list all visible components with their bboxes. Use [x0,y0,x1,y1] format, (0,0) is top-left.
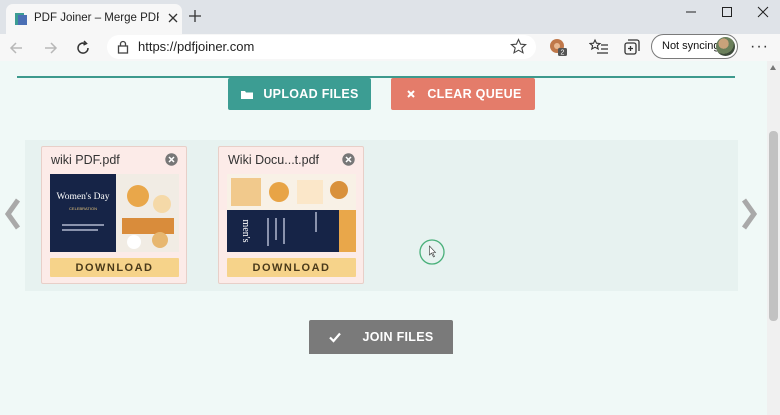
avatar [716,37,735,56]
maximize-icon[interactable] [716,3,738,21]
extension-badge-count: 2 [561,50,565,57]
checkmark-icon [329,332,342,343]
download-button[interactable]: DOWNLOAD [227,258,356,277]
remove-file-icon[interactable] [165,153,178,166]
page-scrollbar[interactable] [767,61,780,415]
refresh-icon[interactable] [73,38,93,58]
lock-icon[interactable] [117,40,129,54]
close-window-icon[interactable] [752,3,774,21]
back-icon[interactable] [7,38,27,58]
scrollbar-thumb[interactable] [769,131,778,321]
more-menu-icon[interactable]: ··· [750,39,769,55]
profile-extension-icon: 2 [550,39,567,57]
thumbnail-preview: Women's Day CELEBRATION [50,174,179,252]
url-text: https://pdfjoiner.com [138,39,255,54]
thumbnail-preview: men's [227,174,356,252]
chevron-right-icon[interactable] [738,196,760,232]
join-files-label: JOIN FILES [362,330,434,344]
favorites-list-icon[interactable] [589,37,609,57]
favorite-star-icon[interactable] [510,38,527,55]
file-thumbnail: Women's Day CELEBRATION [50,174,179,252]
upload-files-label: UPLOAD FILES [263,87,359,101]
collections-icon[interactable] [622,37,642,57]
extension-icon[interactable]: 2 [548,37,568,57]
download-button[interactable]: DOWNLOAD [50,258,179,277]
join-files-button[interactable]: JOIN FILES [309,320,453,354]
clear-queue-label: CLEAR QUEUE [427,87,522,101]
clear-queue-button[interactable]: CLEAR QUEUE [391,78,535,110]
tab-strip: PDF Joiner – Merge PDF Files Or [0,0,780,34]
file-thumbnail: men's [227,174,356,252]
navigation-bar: https://pdfjoiner.com 2 Not syncing ··· [0,34,780,61]
file-name: wiki PDF.pdf [51,153,120,167]
close-tab-icon[interactable] [166,11,180,25]
sync-label: Not syncing [662,40,720,52]
file-name: Wiki Docu...t.pdf [228,153,319,167]
scroll-up-icon[interactable] [770,65,776,70]
thumbnail-subheading: CELEBRATION [69,206,97,211]
thumbnail-heading: men's [240,220,251,243]
header-divider [17,76,735,78]
minimize-icon[interactable] [680,3,702,21]
clear-icon [407,90,416,98]
browser-tab[interactable]: PDF Joiner – Merge PDF Files Or [6,4,182,34]
upload-icon [241,91,254,99]
tab-title: PDF Joiner – Merge PDF Files Or [34,12,159,24]
file-queue: wiki PDF.pdf Women's Day CELEBRATION DOW… [25,140,738,291]
address-bar[interactable]: https://pdfjoiner.com [107,35,536,59]
file-card: Wiki Docu...t.pdf men's DOWNLOAD [218,146,364,284]
thumbnail-heading: Women's Day [57,192,110,202]
forward-icon[interactable] [40,38,60,58]
remove-file-icon[interactable] [342,153,355,166]
loading-spinner-icon [419,239,445,265]
upload-files-button[interactable]: UPLOAD FILES [228,78,371,110]
new-tab-icon[interactable] [188,9,202,23]
sync-status-button[interactable]: Not syncing [651,34,738,59]
chevron-left-icon[interactable] [2,196,24,232]
pdfjoiner-favicon-icon [15,13,27,25]
file-card: wiki PDF.pdf Women's Day CELEBRATION DOW… [41,146,187,284]
